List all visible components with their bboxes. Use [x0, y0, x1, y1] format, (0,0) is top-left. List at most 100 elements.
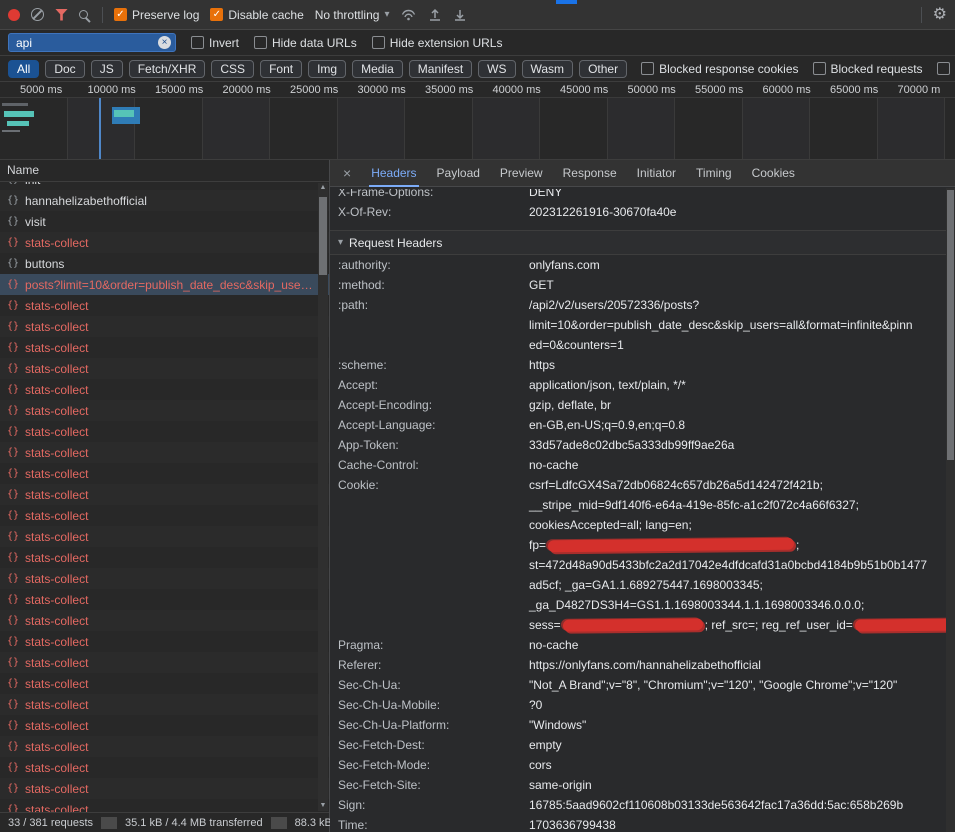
blocked-response-cookies-checkbox[interactable]: [641, 62, 654, 75]
clear-filter-icon[interactable]: ×: [158, 36, 171, 49]
blocked-response-cookies-toggle[interactable]: Blocked response cookies: [641, 62, 798, 76]
request-row[interactable]: {}stats-collect: [0, 232, 329, 253]
request-row[interactable]: {}stats-collect: [0, 736, 329, 757]
request-row[interactable]: {}posts?limit=10&order=publish_date_desc…: [0, 274, 329, 295]
script-braces-icon: {}: [7, 342, 19, 353]
filter-chip-img[interactable]: Img: [308, 60, 346, 78]
script-braces-icon: {}: [7, 426, 19, 437]
tab-headers[interactable]: Headers: [361, 160, 426, 187]
hide-data-urls-toggle[interactable]: Hide data URLs: [254, 36, 357, 50]
request-row[interactable]: {}stats-collect: [0, 358, 329, 379]
request-row[interactable]: {}stats-collect: [0, 673, 329, 694]
request-row[interactable]: {}buttons: [0, 253, 329, 274]
filter-chip-fetch-xhr[interactable]: Fetch/XHR: [129, 60, 206, 78]
request-name: stats-collect: [25, 698, 104, 712]
filter-chip-wasm[interactable]: Wasm: [522, 60, 574, 78]
request-row[interactable]: {}stats-collect: [0, 610, 329, 631]
invert-toggle[interactable]: Invert: [191, 36, 239, 50]
name-column-header[interactable]: Name: [0, 160, 329, 182]
hide-extension-urls-checkbox[interactable]: [372, 36, 385, 49]
filter-chip-all[interactable]: All: [8, 60, 39, 78]
filter-chip-js[interactable]: JS: [91, 60, 123, 78]
request-headers-section-header[interactable]: ▾ Request Headers: [330, 230, 955, 255]
request-row[interactable]: {}stats-collect: [0, 694, 329, 715]
tab-initiator[interactable]: Initiator: [627, 160, 686, 187]
invert-checkbox[interactable]: [191, 36, 204, 49]
filter-chip-font[interactable]: Font: [260, 60, 302, 78]
request-row[interactable]: {}visit: [0, 211, 329, 232]
tab-preview[interactable]: Preview: [490, 160, 553, 187]
settings-gear-icon[interactable]: ⚙: [933, 7, 947, 23]
disable-cache-toggle[interactable]: ✓ Disable cache: [210, 8, 303, 22]
network-conditions-icon[interactable]: [400, 8, 417, 21]
header-value-line: _ga_D4827DS3H4=GS1.1.1698003344.1.1.1698…: [529, 595, 955, 615]
tab-response[interactable]: Response: [553, 160, 627, 187]
filter-chip-doc[interactable]: Doc: [45, 60, 84, 78]
request-row[interactable]: {}stats-collect: [0, 799, 329, 812]
disable-cache-checkbox[interactable]: ✓: [210, 8, 223, 21]
blocked-requests-toggle[interactable]: Blocked requests: [813, 62, 923, 76]
request-name: init: [25, 182, 56, 187]
preserve-log-checkbox[interactable]: ✓: [114, 8, 127, 21]
filter-chip-css[interactable]: CSS: [211, 60, 254, 78]
filter-chip-ws[interactable]: WS: [478, 60, 515, 78]
header-value-line: limit=10&order=publish_date_desc&skip_us…: [529, 315, 941, 335]
request-row[interactable]: {}stats-collect: [0, 568, 329, 589]
header-value-text: sess=: [529, 618, 561, 632]
blocked-requests-checkbox[interactable]: [813, 62, 826, 75]
request-row[interactable]: {}stats-collect: [0, 757, 329, 778]
filter-chip-media[interactable]: Media: [352, 60, 403, 78]
request-row[interactable]: {}stats-collect: [0, 421, 329, 442]
request-row[interactable]: {}stats-collect: [0, 589, 329, 610]
request-row[interactable]: {}stats-collect: [0, 652, 329, 673]
tab-timing[interactable]: Timing: [686, 160, 742, 187]
script-braces-icon: {}: [7, 300, 19, 311]
request-row[interactable]: {}init: [0, 182, 329, 190]
request-row[interactable]: {}stats-collect: [0, 337, 329, 358]
header-value-line: "Windows": [529, 715, 941, 735]
request-list-scrollbar[interactable]: ▲ ▼: [318, 183, 328, 811]
search-icon[interactable]: [79, 10, 88, 19]
scroll-up-icon[interactable]: ▲: [318, 183, 328, 193]
import-har-icon[interactable]: [428, 8, 442, 22]
close-icon[interactable]: ×: [330, 165, 361, 181]
preserve-log-toggle[interactable]: ✓ Preserve log: [114, 8, 199, 22]
request-row[interactable]: {}stats-collect: [0, 400, 329, 421]
hide-extension-urls-toggle[interactable]: Hide extension URLs: [372, 36, 503, 50]
record-icon[interactable]: [8, 9, 20, 21]
filter-icon[interactable]: [55, 9, 68, 21]
details-scrollbar[interactable]: [946, 188, 955, 832]
header-value: 16785:5aad9602cf110608b03133de563642fac1…: [529, 795, 955, 815]
tab-cookies[interactable]: Cookies: [742, 160, 805, 187]
request-row[interactable]: {}stats-collect: [0, 316, 329, 337]
header-row: :authority:onlyfans.com: [330, 255, 955, 275]
request-row[interactable]: {}stats-collect: [0, 442, 329, 463]
request-row[interactable]: {}hannahelizabethofficial: [0, 190, 329, 211]
request-row[interactable]: {}stats-collect: [0, 463, 329, 484]
request-row[interactable]: {}stats-collect: [0, 505, 329, 526]
request-row[interactable]: {}stats-collect: [0, 484, 329, 505]
filter-chip-other[interactable]: Other: [579, 60, 627, 78]
scrollbar-thumb[interactable]: [947, 190, 954, 460]
request-row[interactable]: {}stats-collect: [0, 778, 329, 799]
request-row[interactable]: {}stats-collect: [0, 379, 329, 400]
filter-input[interactable]: api ×: [8, 33, 176, 52]
request-row[interactable]: {}stats-collect: [0, 295, 329, 316]
clear-requests-icon[interactable]: [31, 8, 44, 21]
request-row[interactable]: {}stats-collect: [0, 526, 329, 547]
scrollbar-thumb[interactable]: [319, 197, 327, 275]
request-row[interactable]: {}stats-collect: [0, 547, 329, 568]
timeline-grid: [0, 98, 955, 159]
tab-payload[interactable]: Payload: [427, 160, 490, 187]
throttling-dropdown[interactable]: No throttling ▾: [315, 8, 390, 22]
filter-chip-manifest[interactable]: Manifest: [409, 60, 472, 78]
request-row[interactable]: {}stats-collect: [0, 715, 329, 736]
scroll-down-icon[interactable]: ▼: [318, 801, 328, 811]
3rd-party-requests-checkbox[interactable]: [937, 62, 950, 75]
hide-data-urls-checkbox[interactable]: [254, 36, 267, 49]
request-row[interactable]: {}stats-collect: [0, 631, 329, 652]
export-har-icon[interactable]: [453, 8, 467, 22]
network-overview-timeline[interactable]: 5000 ms10000 ms15000 ms20000 ms25000 ms3…: [0, 82, 955, 160]
header-value: en-GB,en-US;q=0.9,en;q=0.8: [529, 415, 955, 435]
3rd-party-requests-toggle[interactable]: 3rd-party requests: [937, 62, 955, 76]
